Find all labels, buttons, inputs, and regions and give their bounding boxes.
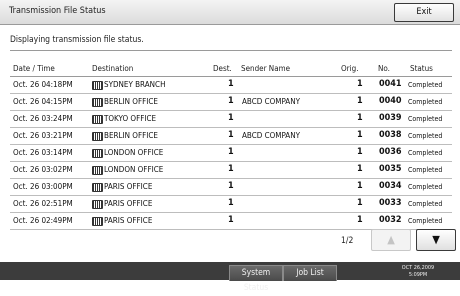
table-row[interactable]: Oct. 26 03:14PM LONDON OFFICE 1 1 0036 Comple… — [10, 145, 452, 162]
row-destination: TOKYO OFFICE — [92, 114, 156, 124]
row-orig-count: 1 — [357, 215, 363, 225]
time-display: 5:09PM — [408, 272, 428, 278]
row-dest-count: 1 — [228, 113, 234, 123]
row-dest-count: 1 — [228, 147, 234, 157]
row-sender-name: ABCD COMPANY — [242, 97, 301, 106]
triangle-up-icon: ▲ — [387, 233, 395, 246]
row-file-number: 0036 — [379, 147, 402, 157]
row-orig-count: 1 — [357, 113, 363, 123]
date-display: OCT 26,2009 — [401, 265, 435, 271]
row-date: Oct. 26 02:49PM — [13, 216, 73, 225]
date-time-display: OCT 26,2009 5:09PM — [395, 265, 441, 279]
table-row[interactable]: Oct. 26 02:51PM PARIS OFFICE 1 1 0033 Complet… — [10, 196, 452, 213]
col-dest-header: Dest. — [213, 64, 232, 73]
row-dest-count: 1 — [228, 130, 234, 140]
row-status: Completed — [408, 217, 443, 225]
row-dest-count: 1 — [228, 96, 234, 106]
row-date: Oct. 26 03:21PM — [13, 131, 73, 140]
row-destination: BERLIN OFFICE — [92, 97, 158, 107]
status-message: Displaying transmission file status. — [10, 35, 144, 45]
table-row[interactable]: Oct. 26 03:21PM BERLIN OFFICE 1 ABCD COMPAN… — [10, 128, 452, 145]
row-dest-count: 1 — [228, 181, 234, 191]
exit-button[interactable]: Exit — [394, 3, 454, 22]
row-destination: SYDNEY BRANCH — [92, 80, 165, 90]
row-file-number: 0032 — [379, 215, 402, 225]
table-row[interactable]: Oct. 26 02:49PM PARIS OFFICE 1 1 0032 Complet… — [10, 213, 452, 230]
system-status-button[interactable]: System Status — [229, 265, 283, 293]
table-row[interactable]: Oct. 26 04:15PM BERLIN OFFICE 1 ABCD COMPAN… — [10, 94, 452, 111]
row-orig-count: 1 — [357, 147, 363, 157]
row-date: Oct. 26 04:18PM — [13, 80, 73, 89]
transmission-file-status-screen: Transmission File Status Exit Displaying… — [0, 0, 460, 293]
row-status: Completed — [408, 183, 443, 191]
row-dest-count: 1 — [228, 215, 234, 225]
row-status: Completed — [408, 132, 443, 140]
col-orig-header: Orig. — [341, 64, 359, 73]
row-date: Oct. 26 04:15PM — [13, 97, 73, 106]
row-sender-name: ABCD COMPANY — [242, 131, 301, 140]
row-file-number: 0035 — [379, 164, 402, 174]
row-orig-count: 1 — [357, 181, 363, 191]
job-list-button[interactable]: Job List — [283, 265, 337, 281]
table-row[interactable]: Oct. 26 03:02PM LONDON OFFICE 1 1 0035 Comple… — [10, 162, 452, 179]
title-bar: Transmission File Status Exit — [0, 0, 460, 25]
row-orig-count: 1 — [357, 130, 363, 140]
row-file-number: 0040 — [379, 96, 402, 106]
row-date: Oct. 26 02:51PM — [13, 199, 73, 208]
page-indicator: 1/2 — [341, 236, 354, 246]
row-orig-count: 1 — [357, 79, 363, 89]
row-file-number: 0038 — [379, 130, 402, 140]
table-row[interactable]: Oct. 26 04:18PM SYDNEY BRANCH 1 1 0041 Comple… — [10, 77, 452, 94]
page-title: Transmission File Status — [9, 6, 106, 16]
table-row[interactable]: Oct. 26 03:24PM TOKYO OFFICE 1 1 0039 Complet… — [10, 111, 452, 128]
col-no-header: No. — [378, 64, 390, 73]
row-destination: LONDON OFFICE — [92, 165, 163, 175]
divider — [10, 50, 452, 51]
row-date: Oct. 26 03:00PM — [13, 182, 73, 191]
row-dest-count: 1 — [228, 198, 234, 208]
row-status: Completed — [408, 166, 443, 174]
row-destination: PARIS OFFICE — [92, 199, 152, 209]
table-row[interactable]: Oct. 26 03:00PM PARIS OFFICE 1 1 0034 Complet… — [10, 179, 452, 196]
row-date: Oct. 26 03:24PM — [13, 114, 73, 123]
row-destination: LONDON OFFICE — [92, 148, 163, 158]
row-status: Completed — [408, 115, 443, 123]
row-date: Oct. 26 03:14PM — [13, 148, 73, 157]
page-up-button[interactable]: ▲ — [371, 229, 411, 251]
col-destination-header: Destination — [92, 64, 134, 73]
col-sender-header: Sender Name — [241, 64, 291, 73]
row-dest-count: 1 — [228, 164, 234, 174]
triangle-down-icon: ▼ — [432, 233, 440, 246]
row-status: Completed — [408, 98, 443, 106]
col-date-header: Date / Time — [13, 64, 55, 73]
page-down-button[interactable]: ▼ — [416, 229, 456, 251]
row-destination: PARIS OFFICE — [92, 216, 152, 226]
row-status: Completed — [408, 81, 443, 89]
row-destination: PARIS OFFICE — [92, 182, 152, 192]
row-destination: BERLIN OFFICE — [92, 131, 158, 141]
row-orig-count: 1 — [357, 96, 363, 106]
row-date: Oct. 26 03:02PM — [13, 165, 73, 174]
row-file-number: 0041 — [379, 79, 402, 89]
row-orig-count: 1 — [357, 164, 363, 174]
row-file-number: 0033 — [379, 198, 402, 208]
col-status-header: Status — [410, 64, 433, 73]
row-status: Completed — [408, 200, 443, 208]
row-file-number: 0039 — [379, 113, 402, 123]
row-file-number: 0034 — [379, 181, 402, 191]
row-status: Completed — [408, 149, 443, 157]
row-dest-count: 1 — [228, 79, 234, 89]
row-orig-count: 1 — [357, 198, 363, 208]
